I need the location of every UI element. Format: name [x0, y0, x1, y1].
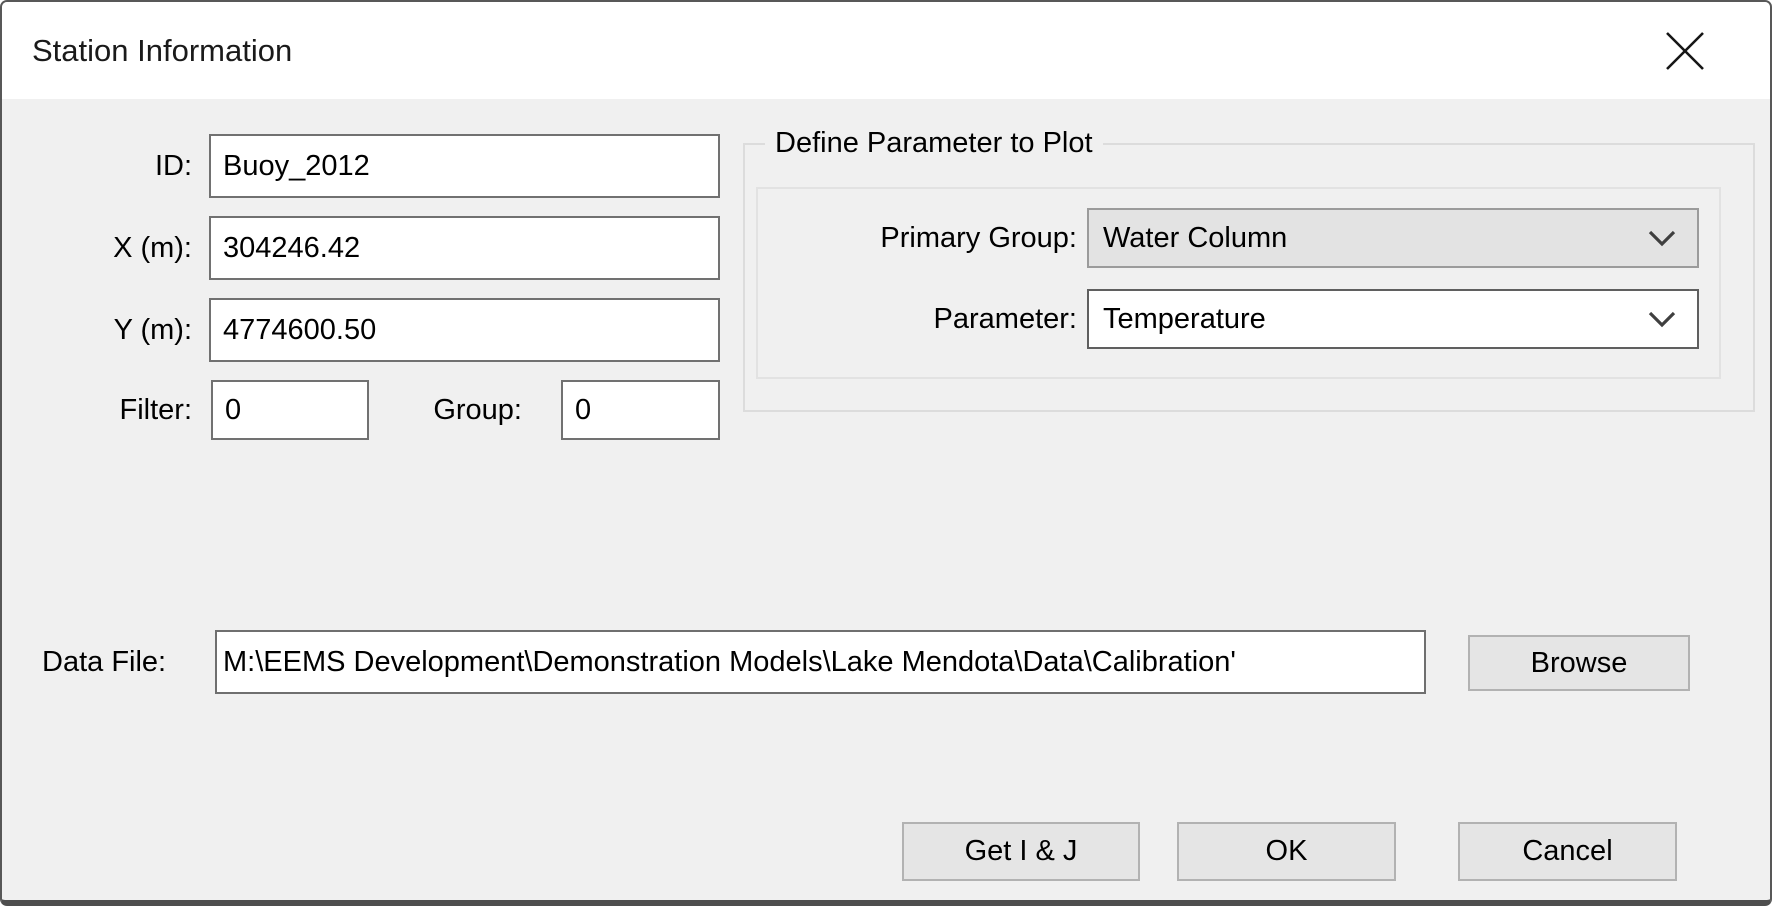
- primary-group-select[interactable]: Water Column: [1087, 208, 1699, 268]
- primary-group-value: Water Column: [1103, 222, 1287, 255]
- parameter-value: Temperature: [1103, 303, 1266, 336]
- filter-input[interactable]: [211, 380, 369, 440]
- dialog-title: Station Information: [32, 2, 292, 99]
- primary-group-label: Primary Group:: [762, 208, 1077, 268]
- define-parameter-groupbox-title: Define Parameter to Plot: [765, 127, 1103, 160]
- y-label: Y (m):: [42, 298, 192, 362]
- parameter-select[interactable]: Temperature: [1087, 289, 1699, 349]
- chevron-down-icon: [1647, 229, 1677, 247]
- id-input[interactable]: [209, 134, 720, 198]
- parameter-label: Parameter:: [762, 289, 1077, 349]
- browse-button[interactable]: Browse: [1468, 635, 1690, 691]
- ok-button[interactable]: OK: [1177, 822, 1396, 881]
- filter-label: Filter:: [42, 380, 192, 440]
- data-file-label: Data File:: [42, 630, 202, 694]
- group-input[interactable]: [561, 380, 720, 440]
- group-label: Group:: [372, 380, 522, 440]
- x-label: X (m):: [42, 216, 192, 280]
- data-file-input[interactable]: [215, 630, 1426, 694]
- x-input[interactable]: [209, 216, 720, 280]
- chevron-down-icon: [1647, 310, 1677, 328]
- close-icon: [1664, 30, 1706, 72]
- title-bar: Station Information: [2, 2, 1770, 99]
- close-button[interactable]: [1652, 18, 1718, 84]
- get-i-and-j-button[interactable]: Get I & J: [902, 822, 1140, 881]
- station-information-dialog: Station Information ID: X (m): Y (m): Fi…: [0, 0, 1772, 906]
- id-label: ID:: [42, 134, 192, 198]
- cancel-button[interactable]: Cancel: [1458, 822, 1677, 881]
- y-input[interactable]: [209, 298, 720, 362]
- define-parameter-groupbox: Define Parameter to Plot: [743, 143, 1755, 412]
